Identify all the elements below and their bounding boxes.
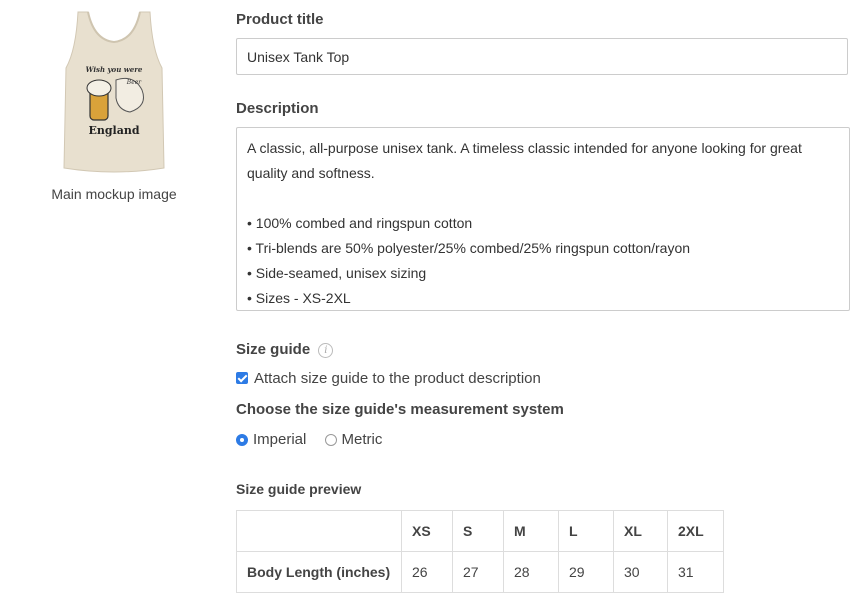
radio-imperial[interactable]: [236, 434, 248, 446]
mockup-caption: Main mockup image: [51, 186, 177, 202]
description-line: • Tri-blends are 50% polyester/25% combe…: [247, 240, 691, 256]
measurement-system-label: Choose the size guide's measurement syst…: [236, 401, 564, 418]
description-line: • Side-seamed, unisex sizing: [247, 265, 427, 281]
attach-size-guide-option[interactable]: Attach size guide to the product descrip…: [236, 370, 541, 387]
radio-imperial-label[interactable]: Imperial: [253, 431, 306, 448]
table-header-row: XS S M L XL 2XL: [236, 510, 724, 552]
table-header-cell: M: [503, 510, 559, 552]
info-icon[interactable]: i: [318, 343, 334, 358]
table-header-cell: XS: [401, 510, 453, 552]
table-cell: 28: [503, 551, 559, 593]
table-header-cell: [236, 510, 402, 552]
size-guide-table: XS S M L XL 2XL Body Length (inches) 26 …: [236, 510, 724, 593]
description-line: • Sizes - XS-2XL: [247, 290, 351, 306]
measurement-radio-group: Imperial Metric: [236, 431, 396, 448]
description-textarea[interactable]: A classic, all-purpose unisex tank. A ti…: [236, 127, 850, 311]
size-guide-preview-label: Size guide preview: [236, 481, 362, 497]
table-row-label: Body Length (inches): [236, 551, 402, 593]
radio-option-imperial[interactable]: Imperial: [236, 431, 306, 448]
print-text-beer: Beer: [126, 79, 143, 86]
product-title-input[interactable]: Unisex Tank Top: [236, 38, 848, 75]
attach-size-guide-label[interactable]: Attach size guide to the product descrip…: [254, 370, 541, 387]
table-cell: 30: [613, 551, 668, 593]
radio-metric[interactable]: [324, 434, 337, 446]
radio-option-metric[interactable]: Metric: [324, 431, 383, 448]
table-header-cell: L: [558, 510, 614, 552]
size-guide-label: Size guide: [236, 341, 311, 358]
description-line: A classic, all-purpose unisex tank. A ti…: [247, 140, 802, 181]
attach-size-guide-checkbox[interactable]: [236, 372, 248, 384]
table-cell: 31: [667, 551, 724, 593]
print-text-top: Wish you were: [86, 65, 143, 74]
table-cell: 26: [401, 551, 453, 593]
description-label: Description: [236, 100, 319, 117]
table-header-cell: XL: [613, 510, 668, 552]
table-header-cell: S: [452, 510, 504, 552]
size-guide-heading: Size guide i: [236, 341, 334, 358]
table-header-cell: 2XL: [667, 510, 724, 552]
print-text-bottom: England: [88, 124, 139, 137]
radio-metric-label[interactable]: Metric: [342, 431, 383, 448]
tank-top-mockup-image[interactable]: Wish you were Beer England: [56, 10, 172, 174]
description-line: • 100% combed and ringspun cotton: [247, 215, 473, 231]
table-cell: 29: [558, 551, 614, 593]
table-row: Body Length (inches) 26 27 28 29 30 31: [236, 551, 724, 593]
description-line: [247, 186, 839, 211]
product-title-label: Product title: [236, 11, 324, 28]
table-cell: 27: [452, 551, 504, 593]
